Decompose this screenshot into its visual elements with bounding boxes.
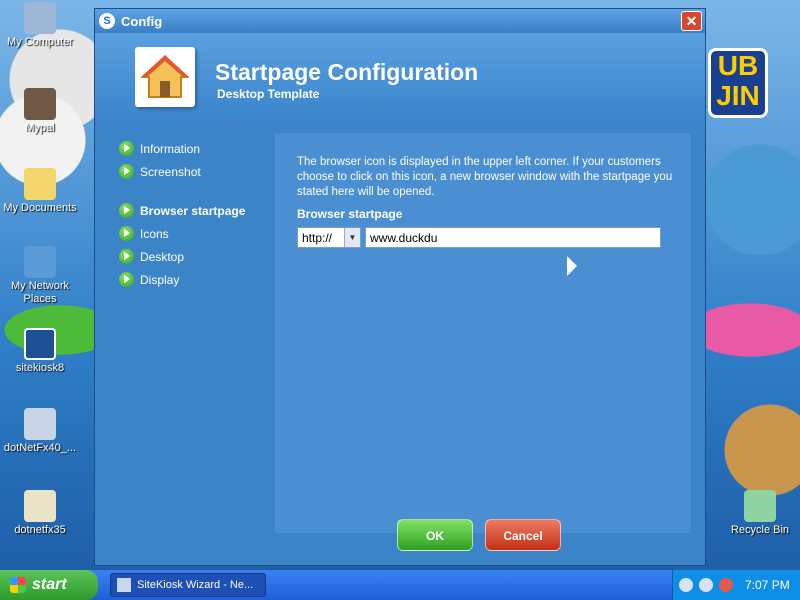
nav-item-desktop[interactable]: Desktop [119,245,279,268]
installer-icon [24,408,56,440]
protocol-value: http:// [302,230,333,245]
window-titlebar[interactable]: S Config [95,9,705,33]
startpage-url-input[interactable] [365,227,661,248]
nav-item-screenshot[interactable]: Screenshot [119,160,279,183]
sitekiosk-logo-icon: S [99,13,115,29]
network-icon [24,246,56,278]
nav-item-label: Display [140,272,180,287]
desktop-icon-label: Recycle Bin [730,524,790,536]
nav-item-browser-startpage[interactable]: Browser startpage [119,199,279,222]
arrow-right-icon [119,203,134,218]
header: Startpage Configuration Desktop Template [95,33,705,123]
window-icon [117,578,131,592]
desktop-icon-sitekiosk8[interactable]: sitekiosk8 [0,328,80,375]
taskbar-item-sitekiosk-wizard[interactable]: SiteKiosk Wizard - Ne... [110,573,266,597]
folder-icon [24,168,56,200]
browser-startpage-label: Browser startpage [297,207,403,221]
arrow-right-icon [119,141,134,156]
description-text: The browser icon is displayed in the upp… [297,156,673,198]
nav-item-label: Browser startpage [140,203,246,218]
desktop-icon-recycle-bin[interactable]: Recycle Bin [720,490,800,537]
desktop-icon-label: My Documents [3,202,77,214]
arrow-right-icon [119,226,134,241]
arrow-right-icon [119,272,134,287]
desktop-icon-label: dotNetFx40_... [3,442,77,454]
arrow-right-icon [119,164,134,179]
nav-item-display[interactable]: Display [119,268,279,291]
nav-item-icons[interactable]: Icons [119,222,279,245]
desktop-icon-label: sitekiosk8 [15,362,65,374]
taskbar: start SiteKiosk Wizard - Ne... 7:07 PM [0,570,800,600]
close-button[interactable]: ✕ [681,11,702,31]
desktop-icon-mypal[interactable]: Mypal [0,88,80,135]
arrow-right-icon [119,249,134,264]
nav-item-label: Icons [140,226,169,241]
system-tray: 7:07 PM [672,570,800,600]
page-subtitle: Desktop Template [217,87,320,101]
installer-icon [24,490,56,522]
nav-item-information[interactable]: Information [119,137,279,160]
nav-item-label: Desktop [140,249,185,264]
cancel-button[interactable]: Cancel [485,519,561,551]
shield-icon[interactable] [719,578,733,592]
desktop-icon-label: dotnetfx35 [14,524,66,536]
desktop-icon-label: Mypal [25,122,55,134]
protocol-select[interactable]: http:// ▼ [297,227,361,248]
ok-button[interactable]: OK [397,519,473,551]
mouse-cursor-icon [567,256,577,276]
tray-icon[interactable] [679,578,693,592]
wallpaper-logo: UB JIN [708,48,768,118]
computer-icon [24,2,56,34]
taskbar-item-label: SiteKiosk Wizard - Ne... [137,579,254,591]
recycle-bin-icon [744,490,776,522]
nav-item-label: Information [140,141,201,156]
desktop-icon-network-places[interactable]: My Network Places [0,246,80,306]
start-button[interactable]: start [0,570,98,600]
desktop-icon-label: My Computer [6,36,74,48]
window-title: Config [121,13,163,29]
sidebar-nav: Information Screenshot Browser startpage… [119,137,279,291]
house-icon [135,47,195,107]
desktop-icon-my-documents[interactable]: My Documents [0,168,80,215]
windows-logo-icon [10,577,26,593]
desktop-icon-dotnetfx35[interactable]: dotnetfx35 [0,490,80,537]
desktop-icon-dotnetfx40[interactable]: dotNetFx40_... [0,408,80,455]
content-panel: The browser icon is displayed in the upp… [275,133,691,533]
desktop-icon-label: My Network Places [10,280,70,305]
tray-icon[interactable] [699,578,713,592]
config-window: S Config ✕ Startpage Configuration Deskt… [94,8,706,566]
sitekiosk-icon [24,328,56,360]
chevron-down-icon[interactable]: ▼ [344,228,360,247]
mypal-icon [24,88,56,120]
desktop-icon-my-computer[interactable]: My Computer [0,2,80,49]
page-title: Startpage Configuration [215,59,479,85]
nav-item-label: Screenshot [140,164,201,179]
clock[interactable]: 7:07 PM [745,578,790,592]
start-label: start [32,576,67,593]
